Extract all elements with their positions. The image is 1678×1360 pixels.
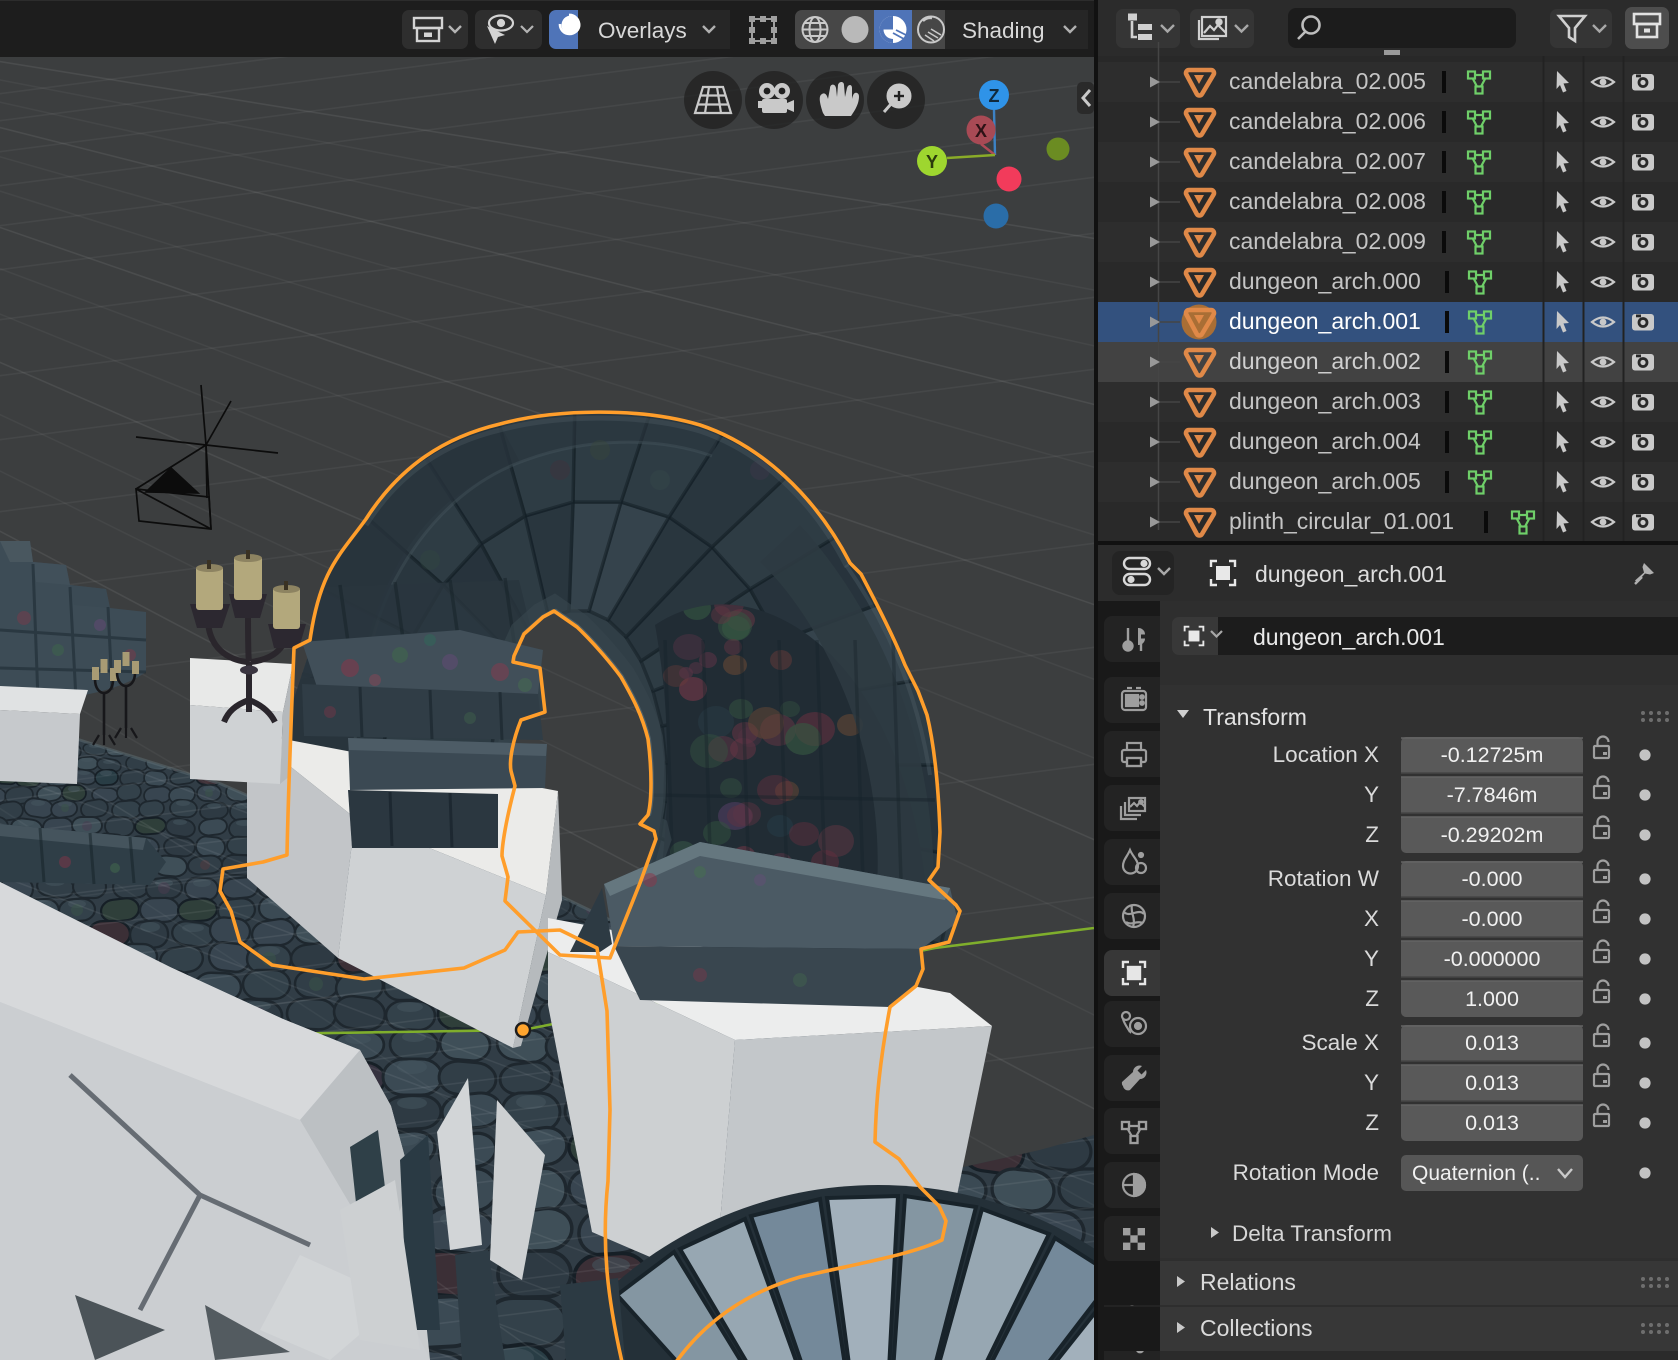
svg-text:dungeon_arch.001: dungeon_arch.001 <box>1229 308 1421 334</box>
svg-text:candelabra_02.008: candelabra_02.008 <box>1229 188 1426 214</box>
svg-text:Z: Z <box>1365 822 1379 847</box>
svg-text:Z: Z <box>1365 986 1379 1011</box>
svg-text:1.000: 1.000 <box>1465 987 1519 1011</box>
svg-text:Collections: Collections <box>1200 1315 1313 1341</box>
svg-text:dungeon_arch.001: dungeon_arch.001 <box>1253 624 1445 650</box>
svg-text:-0.000: -0.000 <box>1462 867 1523 891</box>
svg-text:0.013: 0.013 <box>1465 1071 1519 1095</box>
svg-text:Location X: Location X <box>1273 742 1379 767</box>
svg-text:0.013: 0.013 <box>1465 1111 1519 1135</box>
svg-text:candelabra_02.006: candelabra_02.006 <box>1229 108 1426 134</box>
svg-text:Z: Z <box>989 86 1000 106</box>
svg-text:-0.000000: -0.000000 <box>1444 947 1541 971</box>
svg-text:candelabra_02.005: candelabra_02.005 <box>1229 68 1426 94</box>
svg-text:Relations: Relations <box>1200 1269 1296 1295</box>
svg-text:-7.7846m: -7.7846m <box>1447 783 1538 807</box>
svg-text:X: X <box>1364 906 1379 931</box>
svg-text:-0.000: -0.000 <box>1462 907 1523 931</box>
svg-text:candelabra_02.009: candelabra_02.009 <box>1229 228 1426 254</box>
svg-text:-0.12725m: -0.12725m <box>1441 743 1544 767</box>
svg-text:-0.29202m: -0.29202m <box>1441 823 1544 847</box>
svg-text:Rotation Mode: Rotation Mode <box>1233 1160 1379 1185</box>
svg-text:candelabra_02.007: candelabra_02.007 <box>1229 148 1426 174</box>
svg-text:Shading: Shading <box>962 18 1045 43</box>
svg-text:Y: Y <box>1364 946 1379 971</box>
svg-text:Transform: Transform <box>1203 704 1307 730</box>
svg-text:dungeon_arch.002: dungeon_arch.002 <box>1229 348 1421 374</box>
svg-text:Z: Z <box>1365 1110 1379 1135</box>
svg-text:dungeon_arch.003: dungeon_arch.003 <box>1229 388 1421 414</box>
svg-text:0.013: 0.013 <box>1465 1031 1519 1055</box>
svg-text:Quaternion (..: Quaternion (.. <box>1412 1162 1540 1185</box>
svg-text:Delta Transform: Delta Transform <box>1232 1221 1392 1246</box>
svg-text:Y: Y <box>1364 782 1379 807</box>
svg-text:Overlays: Overlays <box>598 18 687 43</box>
svg-text:Rotation W: Rotation W <box>1268 866 1380 891</box>
svg-text:dungeon_arch.001: dungeon_arch.001 <box>1255 561 1447 587</box>
svg-text:dungeon_arch.000: dungeon_arch.000 <box>1229 268 1421 294</box>
svg-text:Scale X: Scale X <box>1301 1030 1379 1055</box>
svg-text:plinth_circular_01.001: plinth_circular_01.001 <box>1229 508 1454 534</box>
svg-text:Y: Y <box>926 152 938 172</box>
svg-text:dungeon_arch.005: dungeon_arch.005 <box>1229 468 1421 494</box>
svg-text:dungeon_arch.004: dungeon_arch.004 <box>1229 428 1421 454</box>
svg-text:X: X <box>975 121 987 141</box>
svg-text:Y: Y <box>1364 1070 1379 1095</box>
